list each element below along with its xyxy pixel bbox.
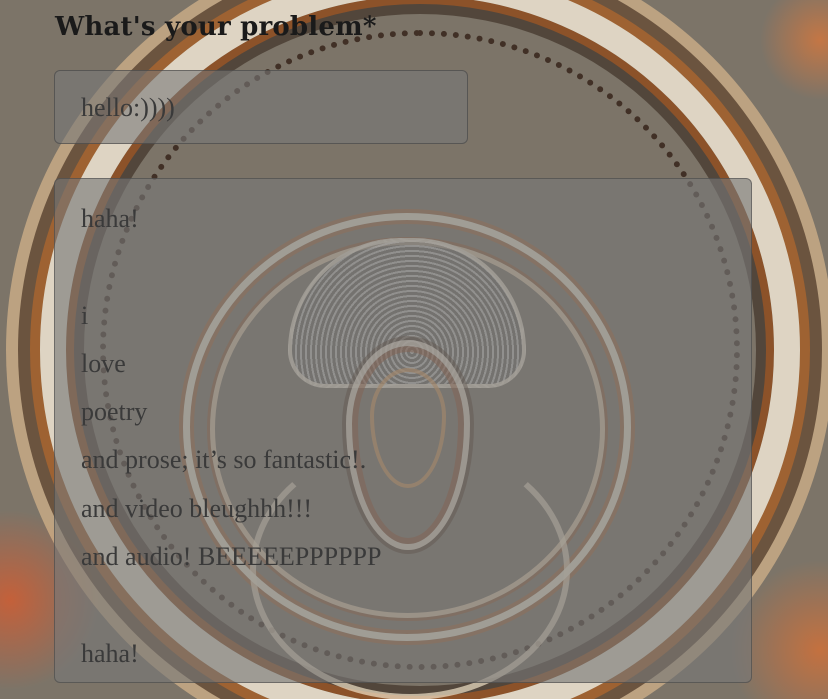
- textarea-line: love: [81, 348, 126, 378]
- textarea-line: [81, 243, 725, 291]
- textarea-line: and audio! BEEEEEPPPPPP: [81, 542, 382, 572]
- textarea-line: haha!: [81, 638, 139, 668]
- problem-title-input[interactable]: hello:)))): [54, 70, 468, 144]
- problem-description-textarea[interactable]: haha! i love poetry and prose; it’s so f…: [54, 178, 752, 683]
- textarea-line: i: [81, 300, 89, 330]
- textarea-line: poetry: [81, 397, 148, 427]
- textarea-line: and video bleughhh!!!: [81, 493, 313, 523]
- textarea-line: and prose; it’s so fantastic!.: [81, 445, 367, 475]
- textarea-line: [81, 581, 725, 629]
- problem-form: What's your problem* hello:)))) haha! i …: [0, 0, 828, 699]
- problem-label: What's your problem*: [55, 12, 377, 42]
- textarea-line: haha!: [81, 204, 139, 233]
